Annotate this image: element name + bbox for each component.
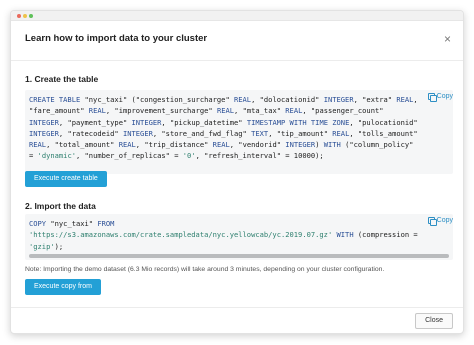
copy-icon — [427, 93, 437, 102]
copy-icon — [427, 217, 437, 226]
sql-text: , "ratecodeid" — [58, 128, 123, 138]
sql-keyword: REAL — [216, 106, 235, 116]
sql-string: 'https://s3.amazonaws.com/crate.sampleda… — [29, 230, 333, 240]
sql-text: , "pickup_datetime" — [161, 117, 247, 127]
dialog-header: Learn how to import data to your cluster… — [11, 21, 463, 61]
sql-keyword: REAL — [396, 95, 414, 104]
create-table-code-line: INTEGER, "ratecodeid" INTEGER, "store_an… — [29, 128, 449, 139]
sql-text: , "mta_tax" — [234, 106, 286, 116]
sql-text: "fare_amount" — [29, 106, 89, 116]
sql-text: , "tolls_amount" — [349, 128, 418, 138]
sql-text: , "vendorid" — [229, 140, 286, 150]
sql-text: , "extra" — [353, 95, 397, 104]
code-horizontal-scrollbar[interactable] — [29, 254, 449, 258]
copy-label: Copy — [436, 217, 453, 224]
copy-from-code-line: COPY "nyc_taxi" FROM — [29, 218, 449, 229]
sql-keyword: CREATE TABLE — [29, 95, 81, 104]
copy-create-table-button[interactable]: Copy — [427, 93, 453, 102]
dialog-title: Learn how to import data to your cluster — [25, 33, 208, 44]
sql-text: = — [29, 151, 38, 161]
sql-text: , "number_of_replicas" = — [75, 151, 183, 161]
copy-label: Copy — [436, 93, 453, 100]
copy-from-code-line: 'https://s3.amazonaws.com/crate.sampleda… — [29, 229, 449, 240]
sql-text: ("column_policy" — [340, 140, 414, 150]
step2-title: 2. Import the data — [25, 201, 96, 211]
sql-keyword: REAL — [118, 140, 136, 150]
sql-keyword: TIMESTAMP WITH TIME ZONE — [246, 117, 350, 127]
create-table-code-line: "fare_amount" REAL, "improvement_surchar… — [29, 105, 449, 116]
import-note: Note: Importing the demo dataset (6.3 Mi… — [25, 266, 385, 273]
create-table-code-line: REAL, "total_amount" REAL, "trip_distanc… — [29, 139, 449, 150]
execute-copy-from-button[interactable]: Execute copy from — [25, 279, 101, 295]
sql-keyword: INTEGER — [122, 128, 153, 138]
create-table-code-line: INTEGER, "payment_type" INTEGER, "pickup… — [29, 117, 449, 128]
sql-string: 'dynamic' — [37, 151, 76, 161]
create-table-code-block: CREATE TABLE "nyc_taxi" ("congestion_sur… — [25, 90, 453, 174]
execute-create-table-button[interactable]: Execute create table — [25, 171, 107, 187]
sql-keyword: INTEGER — [285, 140, 316, 150]
sql-text: , "passenger_count" — [302, 106, 384, 116]
sql-keyword: REAL — [88, 106, 106, 116]
sql-keyword: INTEGER — [323, 95, 354, 104]
sql-keyword: COPY — [29, 219, 47, 228]
sql-keyword: INTEGER — [131, 117, 162, 127]
sql-keyword: WITH — [336, 230, 354, 240]
close-icon[interactable]: × — [444, 33, 451, 45]
window-minimize-dot[interactable] — [23, 14, 27, 18]
sql-text: , "store_and_fwd_flag" — [152, 128, 252, 138]
sql-text: "nyc_taxi" ("congestion_surcharge" — [80, 95, 234, 104]
sql-keyword: FROM — [97, 219, 115, 228]
copy-copy-from-button[interactable]: Copy — [427, 217, 453, 226]
browser-window: Learn how to import data to your cluster… — [10, 10, 464, 334]
sql-text: , "dolocationid" — [251, 95, 324, 104]
sql-keyword: REAL — [332, 128, 350, 138]
window-maximize-dot[interactable] — [29, 14, 33, 18]
sql-text: , — [413, 95, 418, 104]
sql-text: "nyc_taxi" — [46, 219, 98, 228]
sql-text: , "improvement_surcharge" — [105, 106, 217, 116]
sql-keyword: WITH — [323, 140, 341, 150]
step1-title: 1. Create the table — [25, 74, 99, 84]
sql-text: ); — [54, 241, 64, 251]
window-close-dot[interactable] — [17, 14, 21, 18]
sql-keyword: INTEGER — [29, 128, 59, 138]
sql-string: 'gzip' — [29, 241, 55, 251]
copy-from-code-line: 'gzip'); — [29, 241, 449, 252]
sql-text: ) — [315, 140, 324, 150]
create-table-sql: CREATE TABLE "nyc_taxi" ("congestion_sur… — [25, 90, 453, 162]
create-table-code-line: CREATE TABLE "nyc_taxi" ("congestion_sur… — [29, 94, 449, 105]
sql-keyword: REAL — [212, 140, 230, 150]
sql-text: , "pulocationid" — [349, 117, 418, 127]
sql-text: , "trip_distance" — [135, 140, 213, 150]
sql-keyword: REAL — [285, 106, 303, 116]
copy-from-code-block: COPY "nyc_taxi" FROM'https://s3.amazonaw… — [25, 214, 453, 260]
sql-text: , "refresh_interval" = 10000); — [195, 151, 324, 161]
close-button[interactable]: Close — [415, 313, 453, 329]
copy-from-sql: COPY "nyc_taxi" FROM'https://s3.amazonaw… — [25, 214, 453, 252]
sql-text: (compression = — [353, 230, 418, 240]
sql-text: , "tip_amount" — [268, 128, 333, 138]
sql-keyword: TEXT — [251, 128, 269, 138]
create-table-code-line: = 'dynamic', "number_of_replicas" = '0',… — [29, 150, 449, 161]
sql-text: , "total_amount" — [46, 140, 119, 150]
sql-keyword: REAL — [29, 140, 47, 150]
sql-string: '0' — [182, 151, 196, 161]
sql-keyword: REAL — [234, 95, 252, 104]
window-titlebar — [11, 11, 463, 21]
sql-keyword: INTEGER — [29, 117, 59, 127]
dialog-footer: Close — [11, 307, 463, 333]
sql-text: , "payment_type" — [58, 117, 132, 127]
